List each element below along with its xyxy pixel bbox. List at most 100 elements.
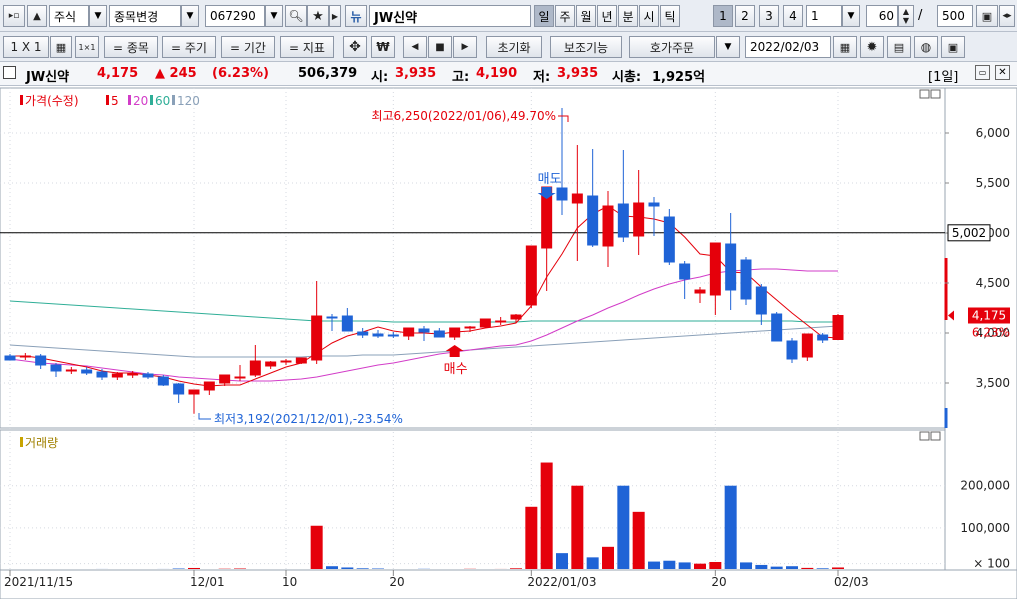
legend-swatch <box>172 95 175 105</box>
candle-body <box>188 389 200 395</box>
legend-swatch <box>128 95 131 105</box>
volume-bar <box>755 564 768 569</box>
volume-bar <box>816 568 829 569</box>
last-pct-label: 6.23% <box>972 326 1010 340</box>
volume-bar <box>678 562 691 569</box>
candle-body <box>219 374 231 384</box>
legend-swatch <box>106 95 109 105</box>
x-tick-label: 02/03 <box>834 575 869 589</box>
last-price-label: 4,175 <box>972 309 1006 323</box>
candle-body <box>801 333 813 358</box>
candle-body <box>633 202 645 237</box>
legend-label: 20 <box>133 94 148 108</box>
candle-body <box>479 318 491 328</box>
candle-body <box>4 355 16 361</box>
legend-label: 120 <box>177 94 200 108</box>
x-tick-label: 20 <box>711 575 726 589</box>
candle-body <box>142 373 154 378</box>
candle-body <box>173 383 185 395</box>
candle-body <box>372 333 384 337</box>
candle-body <box>725 243 737 291</box>
volume-bar <box>694 563 706 569</box>
candle-body <box>556 187 568 201</box>
volume-panel-close-icon <box>930 431 941 441</box>
legend-label: 가격(수정) <box>25 94 79 108</box>
stock-chart[interactable]: 6,0005,5005,0004,5004,0003,500200,000100… <box>0 0 1017 599</box>
volume-bar <box>586 557 599 569</box>
candle-body <box>571 193 583 204</box>
price-tick-label: 4,500 <box>976 276 1010 290</box>
candle-body <box>403 327 415 337</box>
volume-bar <box>556 553 568 569</box>
x-tick-label: 10 <box>282 575 297 589</box>
candle-body <box>495 320 507 323</box>
volume-bar <box>540 462 553 569</box>
candle-body <box>709 242 721 296</box>
crosshair-value-label: 5,002 <box>952 226 986 240</box>
volume-legend-swatch <box>20 437 23 447</box>
candle-body <box>295 357 307 364</box>
volume-bar <box>326 566 338 569</box>
price-tick-label: 5,500 <box>976 176 1010 190</box>
candle-body <box>771 313 783 342</box>
candle-body <box>755 286 767 315</box>
price-panel <box>0 87 946 429</box>
price-panel-min-icon <box>919 89 930 99</box>
legend-swatch <box>150 95 153 105</box>
candle-body <box>418 328 430 333</box>
volume-bar <box>709 561 722 569</box>
candle-body <box>387 334 399 337</box>
low-annotation: 최저3,192(2021/12/01),-23.54% <box>214 412 403 426</box>
candle-body <box>234 376 246 379</box>
volume-panel <box>0 429 946 571</box>
candle-body <box>341 315 353 332</box>
candle-body <box>19 355 31 358</box>
volume-tick-label: × 100 <box>973 557 1010 571</box>
volume-bar <box>801 567 814 569</box>
legend-swatch <box>20 95 23 105</box>
volume-bar <box>310 525 323 569</box>
candle-body <box>602 205 614 247</box>
volume-legend-label: 거래량 <box>25 436 58 450</box>
price-panel-close-icon <box>930 89 941 99</box>
candle-body <box>525 245 537 306</box>
candle-body <box>587 195 599 246</box>
volume-bar <box>356 568 369 569</box>
candle-body <box>50 364 62 372</box>
volume-bar <box>832 567 844 569</box>
volume-bar <box>525 506 538 569</box>
candle-body <box>449 327 461 338</box>
candle-body <box>127 373 139 376</box>
price-tick-label: 3,500 <box>976 376 1010 390</box>
legend-label: 5 <box>111 94 119 108</box>
candle-body <box>663 216 675 263</box>
candle-body <box>786 340 798 360</box>
candle-body <box>35 355 47 366</box>
high-annotation: 최고6,250(2022/01/06),49.70% <box>371 109 556 123</box>
candle-body <box>648 202 660 207</box>
candle-body <box>832 315 844 340</box>
volume-panel-min-icon <box>919 431 930 441</box>
volume-bar <box>663 560 676 569</box>
x-tick-label: 12/01 <box>190 575 225 589</box>
x-tick-label: 2021/11/15 <box>4 575 73 589</box>
volume-bar <box>786 566 798 569</box>
candle-body <box>157 376 169 386</box>
sell-signal-label: 매도 <box>538 172 562 187</box>
x-tick-label: 20 <box>389 575 404 589</box>
legend-label: 60 <box>155 94 170 108</box>
candle-body <box>111 373 123 378</box>
volume-bar <box>617 485 630 569</box>
candle-body <box>249 360 261 376</box>
volume-bar <box>602 546 614 569</box>
candle-body <box>740 259 752 300</box>
candle-body <box>679 263 691 280</box>
candle-body <box>817 334 829 341</box>
volume-bar <box>510 568 522 569</box>
x-tick-label: 2022/01/03 <box>527 575 596 589</box>
volume-bar <box>341 567 354 569</box>
volume-tick-label: 200,000 <box>960 479 1010 493</box>
volume-bar <box>632 511 645 569</box>
buy-signal-label: 매수 <box>444 362 468 377</box>
price-tick-label: 6,000 <box>976 126 1010 140</box>
